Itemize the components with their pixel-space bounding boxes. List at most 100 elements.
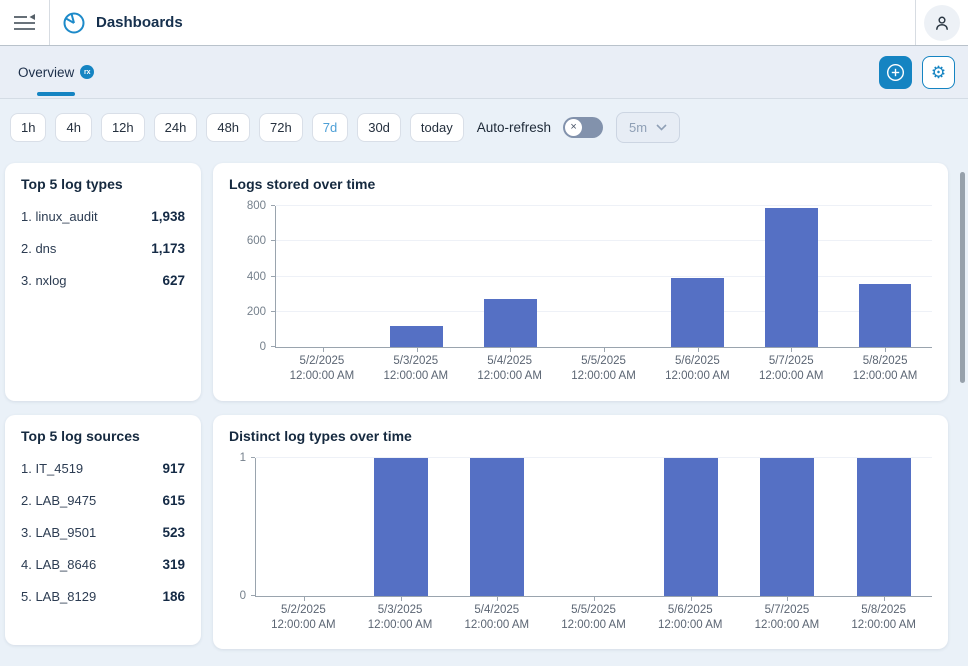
x-axis-tick xyxy=(304,597,305,601)
y-axis-tick xyxy=(271,311,275,312)
list-item-label: 5. LAB_8129 xyxy=(21,589,96,604)
y-axis-tick xyxy=(271,346,275,347)
y-axis-tick xyxy=(271,205,275,206)
list-item-value: 1,173 xyxy=(151,241,185,256)
tab-bar: Overview rx ⚙ xyxy=(0,46,968,99)
plus-circle-icon xyxy=(886,63,905,82)
tab-overview[interactable]: Overview rx xyxy=(12,46,100,98)
x-axis-tick xyxy=(323,348,324,352)
auto-refresh-label: Auto-refresh xyxy=(477,120,551,135)
user-avatar[interactable] xyxy=(924,5,960,41)
logs-stored-bar-chart: 0200400600800 5/2/2025 12:00:00 AM5/3/20… xyxy=(229,206,932,384)
list-item: 2. dns 1,173 xyxy=(21,241,185,256)
x-axis-tick-label: 5/8/2025 12:00:00 AM xyxy=(838,354,932,384)
list-item-value: 186 xyxy=(162,589,185,604)
x-axis-tick xyxy=(510,348,511,352)
range-button-24h[interactable]: 24h xyxy=(154,113,198,142)
panel-top-log-sources-title: Top 5 log sources xyxy=(21,428,185,444)
y-axis-tick-label: 400 xyxy=(247,271,266,283)
chart-bar-slot xyxy=(370,206,464,347)
bar[interactable] xyxy=(765,208,817,347)
chart-bar-slot xyxy=(449,458,546,596)
panel-top-log-sources: Top 5 log sources 1. IT_4519 917 2. LAB_94… xyxy=(5,415,201,645)
add-dashboard-button[interactable] xyxy=(879,56,912,89)
auto-refresh-toggle[interactable]: × xyxy=(563,117,603,138)
tab-active-indicator xyxy=(37,92,75,96)
panel-top-log-types: Top 5 log types 1. linux_audit1,938 2. dn… xyxy=(5,163,201,401)
sidebar-collapse-button[interactable] xyxy=(0,0,50,45)
y-axis-tick xyxy=(271,240,275,241)
bar[interactable] xyxy=(664,458,718,596)
chart-bar-slot xyxy=(739,458,836,596)
bar[interactable] xyxy=(390,326,442,347)
list-item-label: 3. LAB_9501 xyxy=(21,525,96,540)
panel-logs-stored-chart: Logs stored over time 0200400600800 5/2/… xyxy=(213,163,948,401)
list-item-value: 627 xyxy=(162,273,185,288)
distinct-types-chart-title: Distinct log types over time xyxy=(229,428,932,444)
x-axis-tick-label: 5/5/2025 12:00:00 AM xyxy=(557,354,651,384)
y-axis-tick-label: 0 xyxy=(240,590,246,602)
range-button-today[interactable]: today xyxy=(410,113,464,142)
range-button-48h[interactable]: 48h xyxy=(206,113,250,142)
chart-slots xyxy=(276,206,932,347)
list-item: 4. LAB_8646319 xyxy=(21,557,185,572)
chevron-down-icon xyxy=(656,124,667,131)
settings-button[interactable]: ⚙ xyxy=(922,56,955,89)
chart-bar-slot xyxy=(642,458,739,596)
x-axis-tick-label: 5/3/2025 12:00:00 AM xyxy=(352,603,449,633)
bar[interactable] xyxy=(760,458,814,596)
tab-overview-label: Overview xyxy=(18,65,74,80)
x-axis-tick-label: 5/4/2025 12:00:00 AM xyxy=(463,354,557,384)
dashboard-grid: Top 5 log types 1. linux_audit1,938 2. dn… xyxy=(5,163,948,649)
app-header: Dashboards xyxy=(0,0,968,46)
bar[interactable] xyxy=(470,458,524,596)
list-item-value: 615 xyxy=(162,493,185,508)
chart-bar-slot xyxy=(745,206,839,347)
vertical-scrollbar-thumb[interactable] xyxy=(960,172,965,383)
header-user-area xyxy=(915,0,968,45)
bar[interactable] xyxy=(374,458,428,596)
person-icon xyxy=(932,13,952,33)
distinct-types-x-axis-labels: 5/2/2025 12:00:00 AM5/3/2025 12:00:00 AM… xyxy=(255,603,932,633)
distinct-types-bar-chart: 01 5/2/2025 12:00:00 AM5/3/2025 12:00:00… xyxy=(229,458,932,633)
x-axis-tick xyxy=(401,597,402,601)
refresh-interval-value: 5m xyxy=(629,120,647,135)
x-axis-tick xyxy=(594,597,595,601)
list-item-label: 1. IT_4519 xyxy=(21,461,83,476)
y-axis-tick-label: 200 xyxy=(247,306,266,318)
chart-bar-slot xyxy=(651,206,745,347)
x-axis-tick-label: 5/2/2025 12:00:00 AM xyxy=(275,354,369,384)
y-axis-tick-label: 800 xyxy=(247,200,266,212)
range-button-1h[interactable]: 1h xyxy=(10,113,46,142)
range-button-4h[interactable]: 4h xyxy=(55,113,91,142)
bar[interactable] xyxy=(857,458,911,596)
range-button-30d[interactable]: 30d xyxy=(357,113,401,142)
chart-bar-slot xyxy=(546,458,643,596)
panel-top-log-types-title: Top 5 log types xyxy=(21,176,185,192)
list-item: 5. LAB_8129 186 xyxy=(21,589,185,604)
y-axis-tick xyxy=(251,457,255,458)
list-item: 1. linux_audit1,938 xyxy=(21,209,185,224)
list-item: 2. LAB_9475615 xyxy=(21,493,185,508)
x-axis-tick xyxy=(787,597,788,601)
x-axis-tick-label: 5/2/2025 12:00:00 AM xyxy=(255,603,352,633)
logs-stored-x-axis-labels: 5/2/2025 12:00:00 AM5/3/2025 12:00:00 AM… xyxy=(275,354,932,384)
list-item-label: 2. dns xyxy=(21,241,56,256)
x-axis-tick xyxy=(691,597,692,601)
range-button-12h[interactable]: 12h xyxy=(101,113,145,142)
range-button-72h[interactable]: 72h xyxy=(259,113,303,142)
refresh-interval-select[interactable]: 5m xyxy=(616,112,680,143)
x-axis-tick-label: 5/5/2025 12:00:00 AM xyxy=(545,603,642,633)
bar[interactable] xyxy=(484,299,536,347)
bar[interactable] xyxy=(671,278,723,347)
range-button-7d[interactable]: 7d xyxy=(312,113,348,142)
x-axis-tick xyxy=(604,348,605,352)
distinct-types-plot-area: 01 xyxy=(255,458,932,597)
toggle-off-knob: × xyxy=(565,119,582,136)
x-axis-tick-label: 5/7/2025 12:00:00 AM xyxy=(739,603,836,633)
y-axis-tick xyxy=(251,595,255,596)
chart-bar-slot xyxy=(276,206,370,347)
list-item-value: 917 xyxy=(162,461,185,476)
bar[interactable] xyxy=(859,284,911,347)
y-axis-tick-label: 0 xyxy=(260,341,266,353)
